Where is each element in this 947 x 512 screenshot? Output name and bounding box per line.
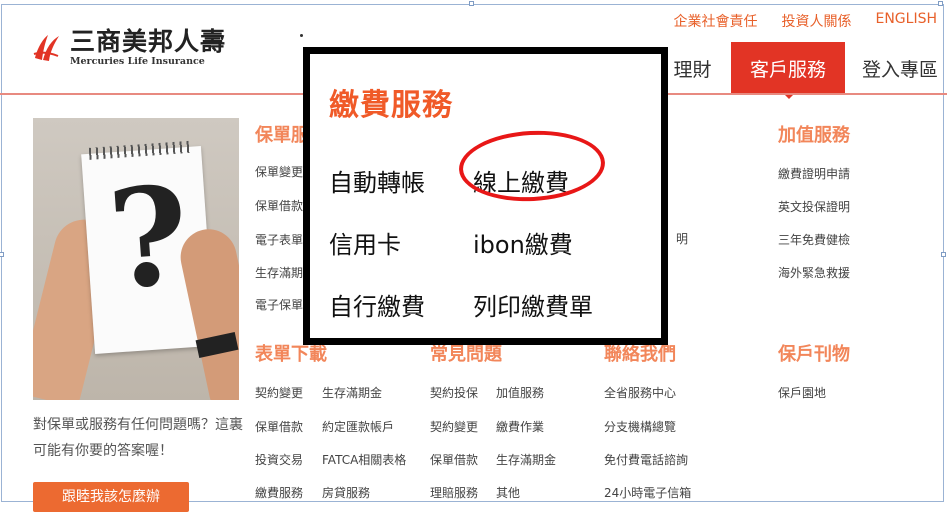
link-faq-payment[interactable]: 繳費作業 xyxy=(496,418,544,435)
link-form-remit-account[interactable]: 約定匯款帳戶 xyxy=(322,418,394,435)
link-policyholder-garden[interactable]: 保戶園地 xyxy=(778,384,826,401)
column-title-value-added[interactable]: 加值服務 xyxy=(778,121,850,147)
hero-help-button[interactable]: 跟睦我該怎麼辦 xyxy=(33,482,189,512)
link-payment-proof[interactable]: 繳費證明申請 xyxy=(778,165,850,182)
link-toll-free[interactable]: 免付費電話諮詢 xyxy=(604,451,688,468)
link-e-forms[interactable]: 電子表單 xyxy=(255,231,303,248)
top-links: 企業社會責任 投資人關係 ENGLISH xyxy=(673,11,937,31)
nav-login[interactable]: 登入專區 xyxy=(850,42,947,94)
nav-customer-service[interactable]: 客戶服務 xyxy=(731,42,845,94)
link-form-maturity[interactable]: 生存滿期金 xyxy=(322,384,382,401)
link-policy-loan[interactable]: 保單借款 xyxy=(255,197,303,214)
payment-service-popup: 繳費服務 自動轉帳 線上繳費 信用卡 ibon繳費 自行繳費 列印繳費單 xyxy=(303,47,668,345)
column-title-publications[interactable]: 保戶刊物 xyxy=(778,340,850,366)
link-service-centers[interactable]: 全省服務中心 xyxy=(604,384,676,401)
link-maturity[interactable]: 生存滿期 xyxy=(255,264,303,281)
nav-wealth[interactable]: 理財 xyxy=(665,42,720,94)
link-faq-policy-loan[interactable]: 保單借款 xyxy=(430,451,478,468)
top-link-csr[interactable]: 企業社會責任 xyxy=(673,11,757,31)
link-form-contract-change[interactable]: 契約變更 xyxy=(255,384,303,401)
link-form-fatca[interactable]: FATCA相關表格 xyxy=(322,451,406,468)
selection-handle-top-right[interactable] xyxy=(938,1,943,6)
link-faq-other[interactable]: 其他 xyxy=(496,484,520,501)
popup-print-bill[interactable]: 列印繳費單 xyxy=(473,287,593,322)
popup-credit-card[interactable]: 信用卡 xyxy=(329,225,401,260)
popup-auto-transfer[interactable]: 自動轉帳 xyxy=(329,163,425,198)
stray-dot xyxy=(300,34,303,37)
link-form-payment[interactable]: 繳費服務 xyxy=(255,484,303,501)
popup-title: 繳費服務 xyxy=(329,88,453,123)
link-form-investment[interactable]: 投資交易 xyxy=(255,451,303,468)
link-english-proof[interactable]: 英文投保證明 xyxy=(778,198,850,215)
link-overseas-rescue[interactable]: 海外緊急救援 xyxy=(778,264,850,281)
column-title-policy-service[interactable]: 保單服 xyxy=(255,121,309,147)
selection-handle-top[interactable] xyxy=(469,1,474,6)
link-free-checkup[interactable]: 三年免費健檢 xyxy=(778,231,850,248)
link-form-mortgage[interactable]: 房貸服務 xyxy=(322,484,370,501)
popup-self-payment[interactable]: 自行繳費 xyxy=(329,287,425,322)
link-partial-hidden[interactable]: 明 xyxy=(676,230,688,247)
link-branches[interactable]: 分支機構總覽 xyxy=(604,418,676,435)
logo-english-name: Mercuries Life Insurance xyxy=(70,56,205,67)
question-mark-image: ? xyxy=(33,118,239,400)
link-form-policy-loan[interactable]: 保單借款 xyxy=(255,418,303,435)
link-policy-change[interactable]: 保單變更 xyxy=(255,163,303,180)
hero-question-text: 對保單或服務有任何問題嗎？這裏可能有你要的答案喔！ xyxy=(33,417,243,459)
link-faq-claims[interactable]: 理賠服務 xyxy=(430,484,478,501)
link-faq-value-added[interactable]: 加值服務 xyxy=(496,384,544,401)
link-faq-underwriting[interactable]: 契約投保 xyxy=(430,384,478,401)
link-24h-email[interactable]: 24小時電子信箱 xyxy=(604,484,691,501)
top-link-investor[interactable]: 投資人關係 xyxy=(781,11,851,31)
link-faq-maturity[interactable]: 生存滿期金 xyxy=(496,451,556,468)
popup-ibon-payment[interactable]: ibon繳費 xyxy=(473,225,573,260)
link-e-policy[interactable]: 電子保單 xyxy=(255,296,303,313)
link-faq-contract-change[interactable]: 契約變更 xyxy=(430,418,478,435)
mercuries-logo-icon xyxy=(33,34,59,61)
site-logo[interactable]: 三商美邦人壽 Mercuries Life Insurance xyxy=(32,28,226,67)
question-mark-glyph: ? xyxy=(103,155,194,320)
selection-handle-right[interactable] xyxy=(941,252,946,257)
selection-handle-left[interactable] xyxy=(0,252,4,257)
logo-chinese-name: 三商美邦人壽 xyxy=(70,27,227,56)
top-link-english[interactable]: ENGLISH xyxy=(875,11,937,31)
